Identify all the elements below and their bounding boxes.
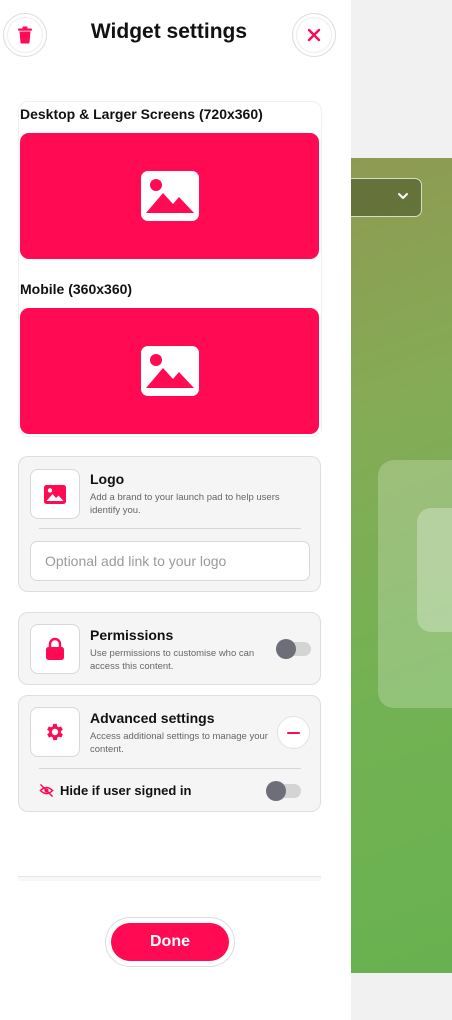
mobile-image-label: Mobile (360x360) [20, 281, 133, 297]
close-icon [307, 28, 321, 42]
permissions-card: Permissions Use permissions to customise… [18, 612, 321, 685]
panel-header: Widget settings [0, 0, 351, 70]
canvas-dropdown[interactable] [351, 178, 422, 217]
advanced-icon-box [30, 707, 80, 757]
widget-settings-panel: Widget settings Desktop & Larger Screens… [0, 0, 351, 1020]
permissions-description: Use permissions to customise who can acc… [90, 648, 255, 672]
minus-icon [287, 731, 300, 734]
canvas-preview [351, 158, 452, 973]
trash-icon [18, 26, 32, 44]
advanced-settings-card: Advanced settings Access additional sett… [18, 695, 321, 812]
image-icon [44, 484, 66, 504]
divider [39, 528, 301, 529]
hide-if-signed-in-toggle[interactable] [266, 781, 301, 801]
permissions-title: Permissions [90, 627, 174, 643]
page-title: Widget settings [90, 20, 248, 43]
delete-button[interactable] [3, 13, 47, 57]
logo-card: Logo Add a brand to your launch pad to h… [18, 456, 321, 592]
done-button[interactable]: Done [111, 923, 229, 961]
logo-title: Logo [90, 471, 125, 487]
image-icon [140, 171, 199, 221]
logo-upload-button[interactable] [30, 469, 80, 519]
eye-off-icon [39, 784, 54, 797]
chevron-down-icon [398, 193, 408, 199]
desktop-image-label: Desktop & Larger Screens (720x360) [20, 106, 263, 122]
advanced-description: Access additional settings to manage you… [90, 731, 268, 755]
lock-icon [46, 637, 64, 660]
collapse-button[interactable] [277, 716, 310, 749]
gear-icon [47, 723, 63, 741]
close-button[interactable] [292, 13, 336, 57]
footer-divider [18, 876, 321, 881]
logo-description: Add a brand to your launch pad to help u… [90, 492, 280, 516]
advanced-title: Advanced settings [90, 710, 215, 726]
canvas-card-inner [417, 508, 452, 632]
mobile-image-upload[interactable] [20, 308, 319, 434]
done-button-frame: Done [105, 917, 235, 967]
toggle-knob [276, 639, 296, 659]
desktop-image-upload[interactable] [20, 133, 319, 259]
permissions-icon-box [30, 624, 80, 674]
logo-link-input[interactable] [30, 541, 310, 581]
image-icon [140, 346, 199, 396]
permissions-toggle[interactable] [276, 639, 311, 659]
toggle-knob [266, 781, 286, 801]
hide-if-signed-in-label: Hide if user signed in [60, 783, 192, 798]
divider [39, 768, 301, 769]
